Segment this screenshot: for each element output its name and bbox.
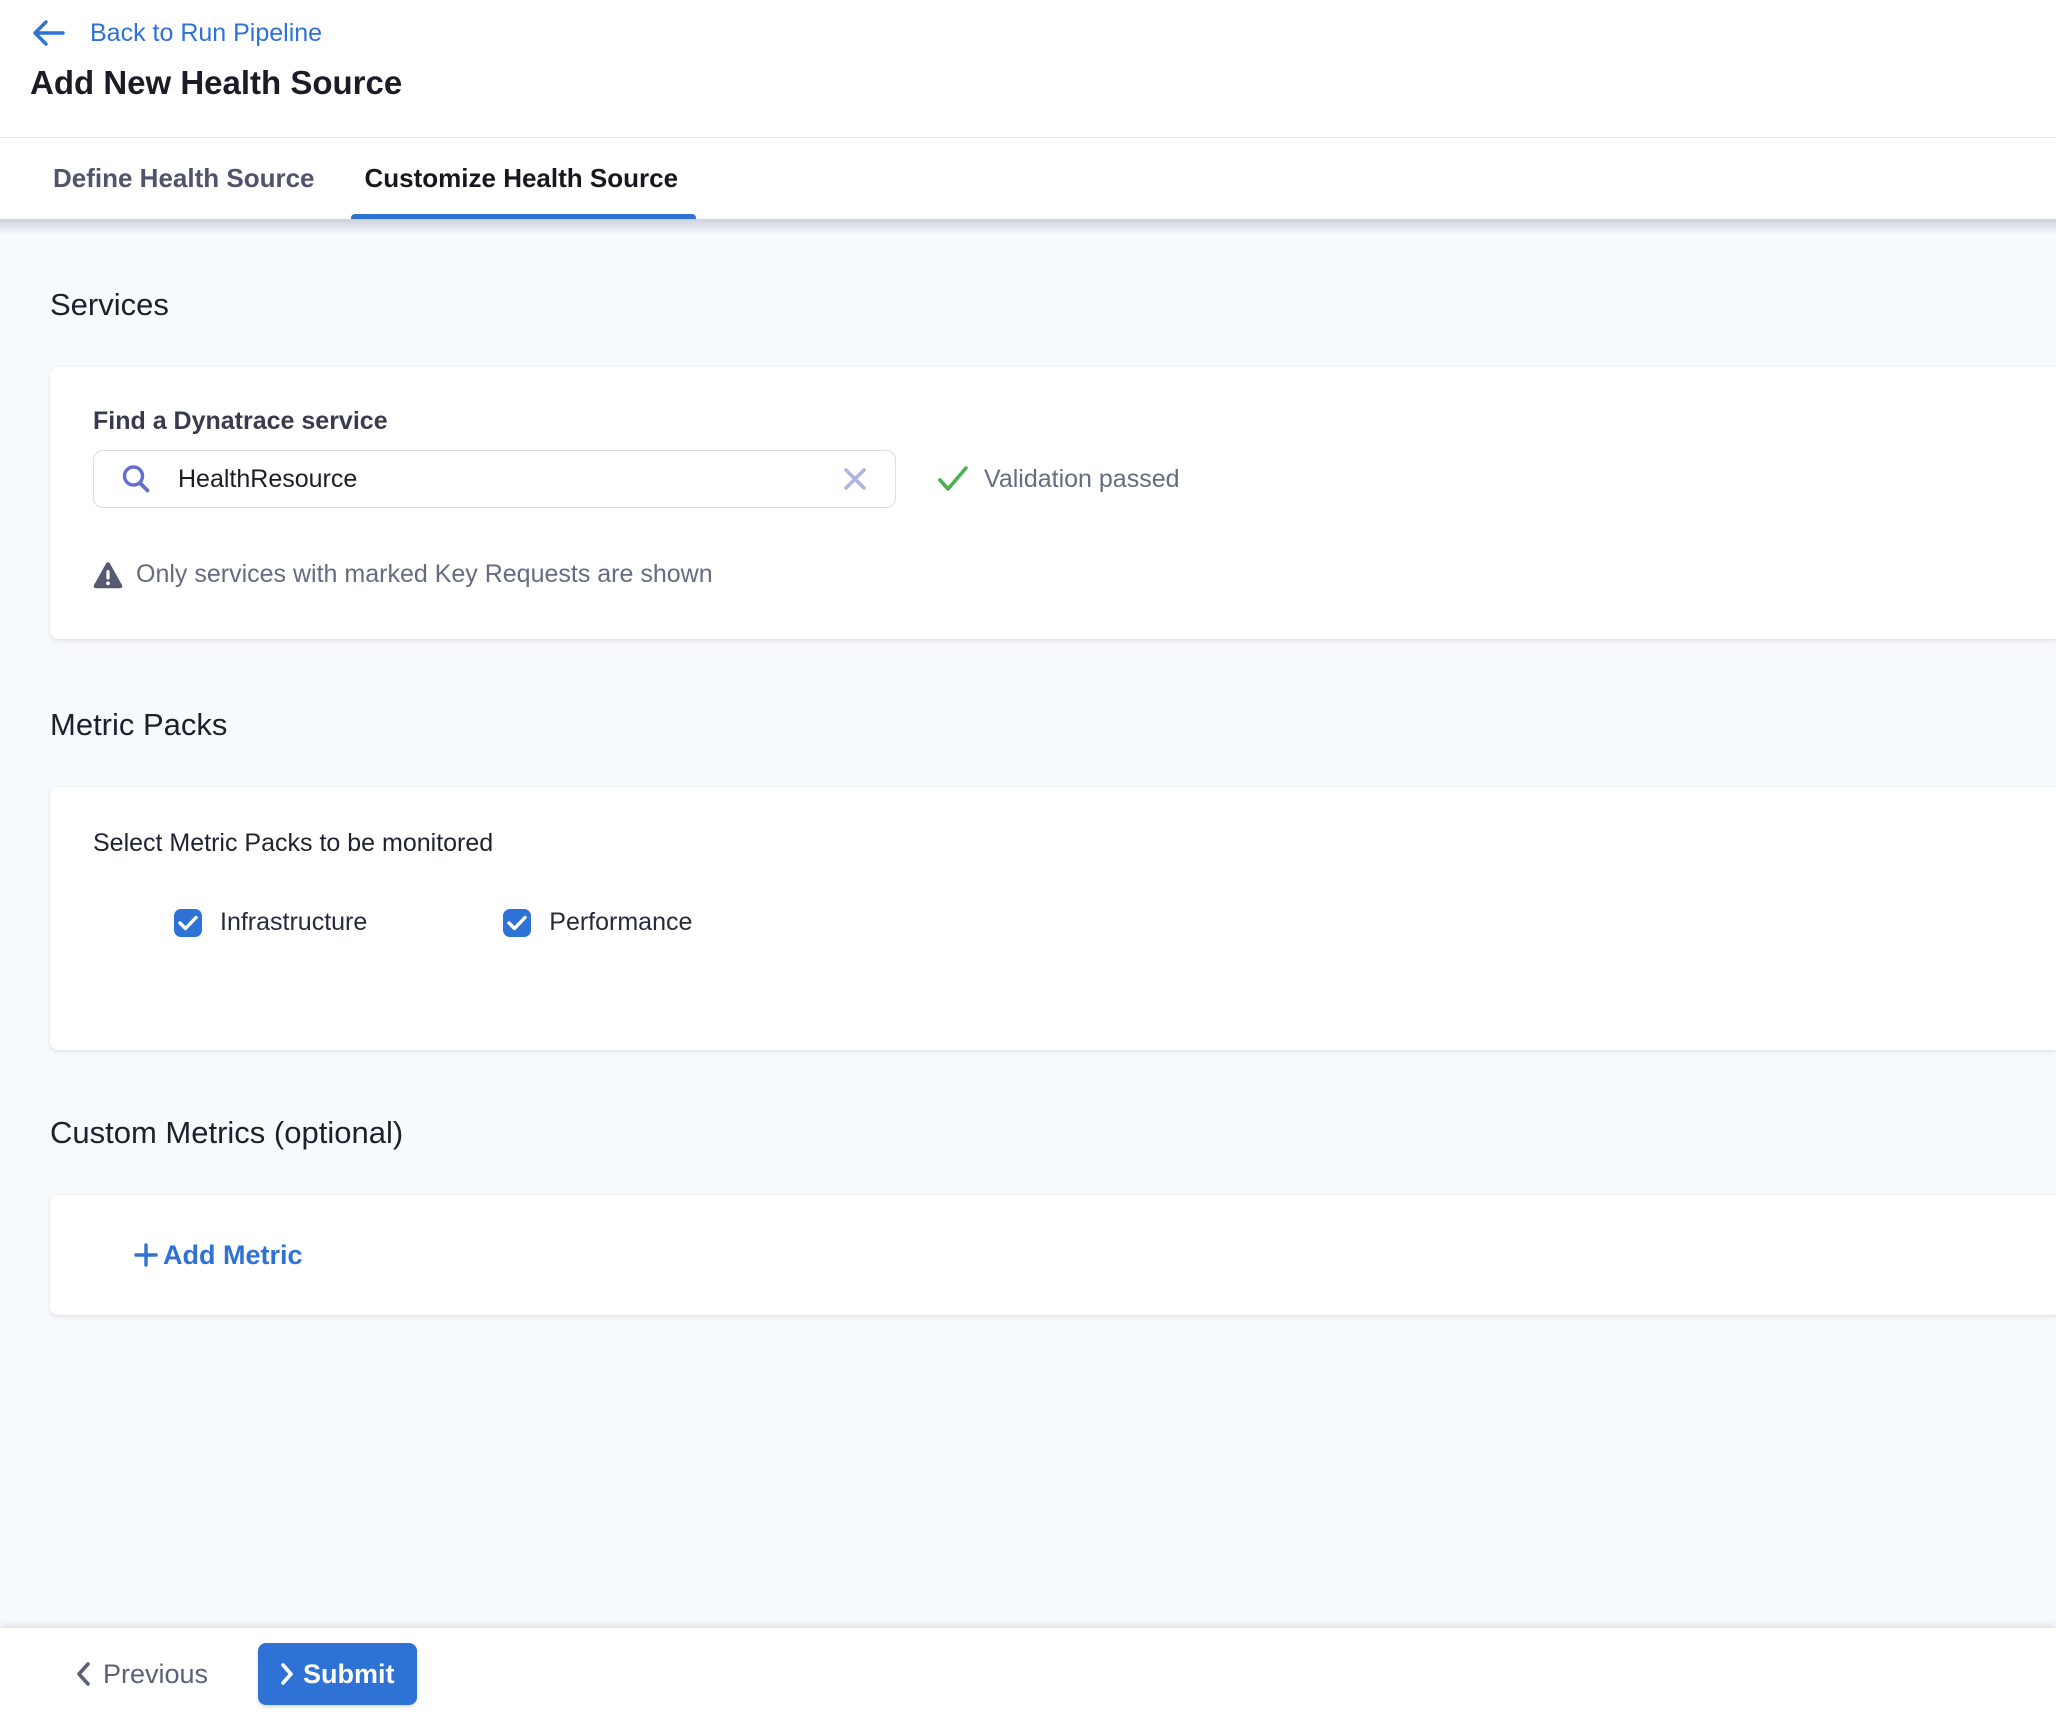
previous-button[interactable]: Previous	[75, 1659, 208, 1690]
validation-status: Validation passed	[936, 464, 1180, 494]
checkbox-icon[interactable]	[503, 909, 531, 937]
submit-button[interactable]: Submit	[258, 1643, 417, 1705]
chevron-right-icon	[280, 1662, 294, 1686]
metric-packs-section-heading: Metric Packs	[50, 707, 2056, 743]
service-search-box[interactable]	[93, 450, 896, 508]
validation-text: Validation passed	[984, 465, 1180, 494]
health-source-tabbar: Define Health Source Customize Health So…	[0, 138, 2056, 219]
page-header: Back to Run Pipeline Add New Health Sour…	[0, 0, 2056, 138]
checkbox-infrastructure[interactable]: Infrastructure	[174, 908, 367, 937]
active-tab-underline	[351, 214, 697, 219]
warning-triangle-icon	[93, 561, 123, 589]
clear-search-icon[interactable]	[841, 465, 869, 493]
services-card: Find a Dynatrace service	[50, 367, 2056, 639]
metric-pack-options: Infrastructure Performance	[174, 908, 2056, 937]
tab-label: Define Health Source	[53, 163, 315, 194]
checkbox-performance[interactable]: Performance	[503, 908, 692, 937]
tab-customize-health-source[interactable]: Customize Health Source	[363, 138, 681, 219]
add-metric-button[interactable]: Add Metric	[133, 1240, 303, 1271]
select-metric-packs-label: Select Metric Packs to be monitored	[93, 829, 2056, 858]
back-link-label: Back to Run Pipeline	[90, 19, 322, 48]
custom-metrics-card: Add Metric	[50, 1195, 2056, 1315]
service-search-input[interactable]	[178, 465, 841, 494]
checkbox-label: Infrastructure	[220, 908, 367, 937]
back-to-run-pipeline-link[interactable]: Back to Run Pipeline	[30, 14, 2056, 52]
arrow-left-icon	[30, 18, 66, 48]
services-warning: Only services with marked Key Requests a…	[93, 560, 2056, 589]
plus-icon	[133, 1242, 159, 1268]
services-section-heading: Services	[50, 219, 2056, 323]
custom-metrics-section-heading: Custom Metrics (optional)	[50, 1115, 2056, 1151]
search-icon	[120, 463, 152, 495]
wizard-footer: Previous Submit	[0, 1628, 2056, 1720]
metric-packs-card: Select Metric Packs to be monitored Infr…	[50, 787, 2056, 1050]
submit-label: Submit	[303, 1659, 395, 1690]
add-metric-label: Add Metric	[163, 1240, 303, 1271]
find-service-label: Find a Dynatrace service	[93, 407, 2056, 436]
checkbox-label: Performance	[549, 908, 692, 937]
customize-health-source-panel: Services Find a Dynatrace service	[0, 219, 2056, 1628]
page-title: Add New Health Source	[30, 64, 2056, 102]
check-icon	[936, 464, 970, 494]
checkbox-icon[interactable]	[174, 909, 202, 937]
chevron-left-icon	[75, 1661, 91, 1687]
tab-define-health-source[interactable]: Define Health Source	[51, 138, 317, 219]
previous-label: Previous	[103, 1659, 208, 1690]
warning-text: Only services with marked Key Requests a…	[136, 560, 713, 589]
tab-label: Customize Health Source	[365, 163, 679, 194]
